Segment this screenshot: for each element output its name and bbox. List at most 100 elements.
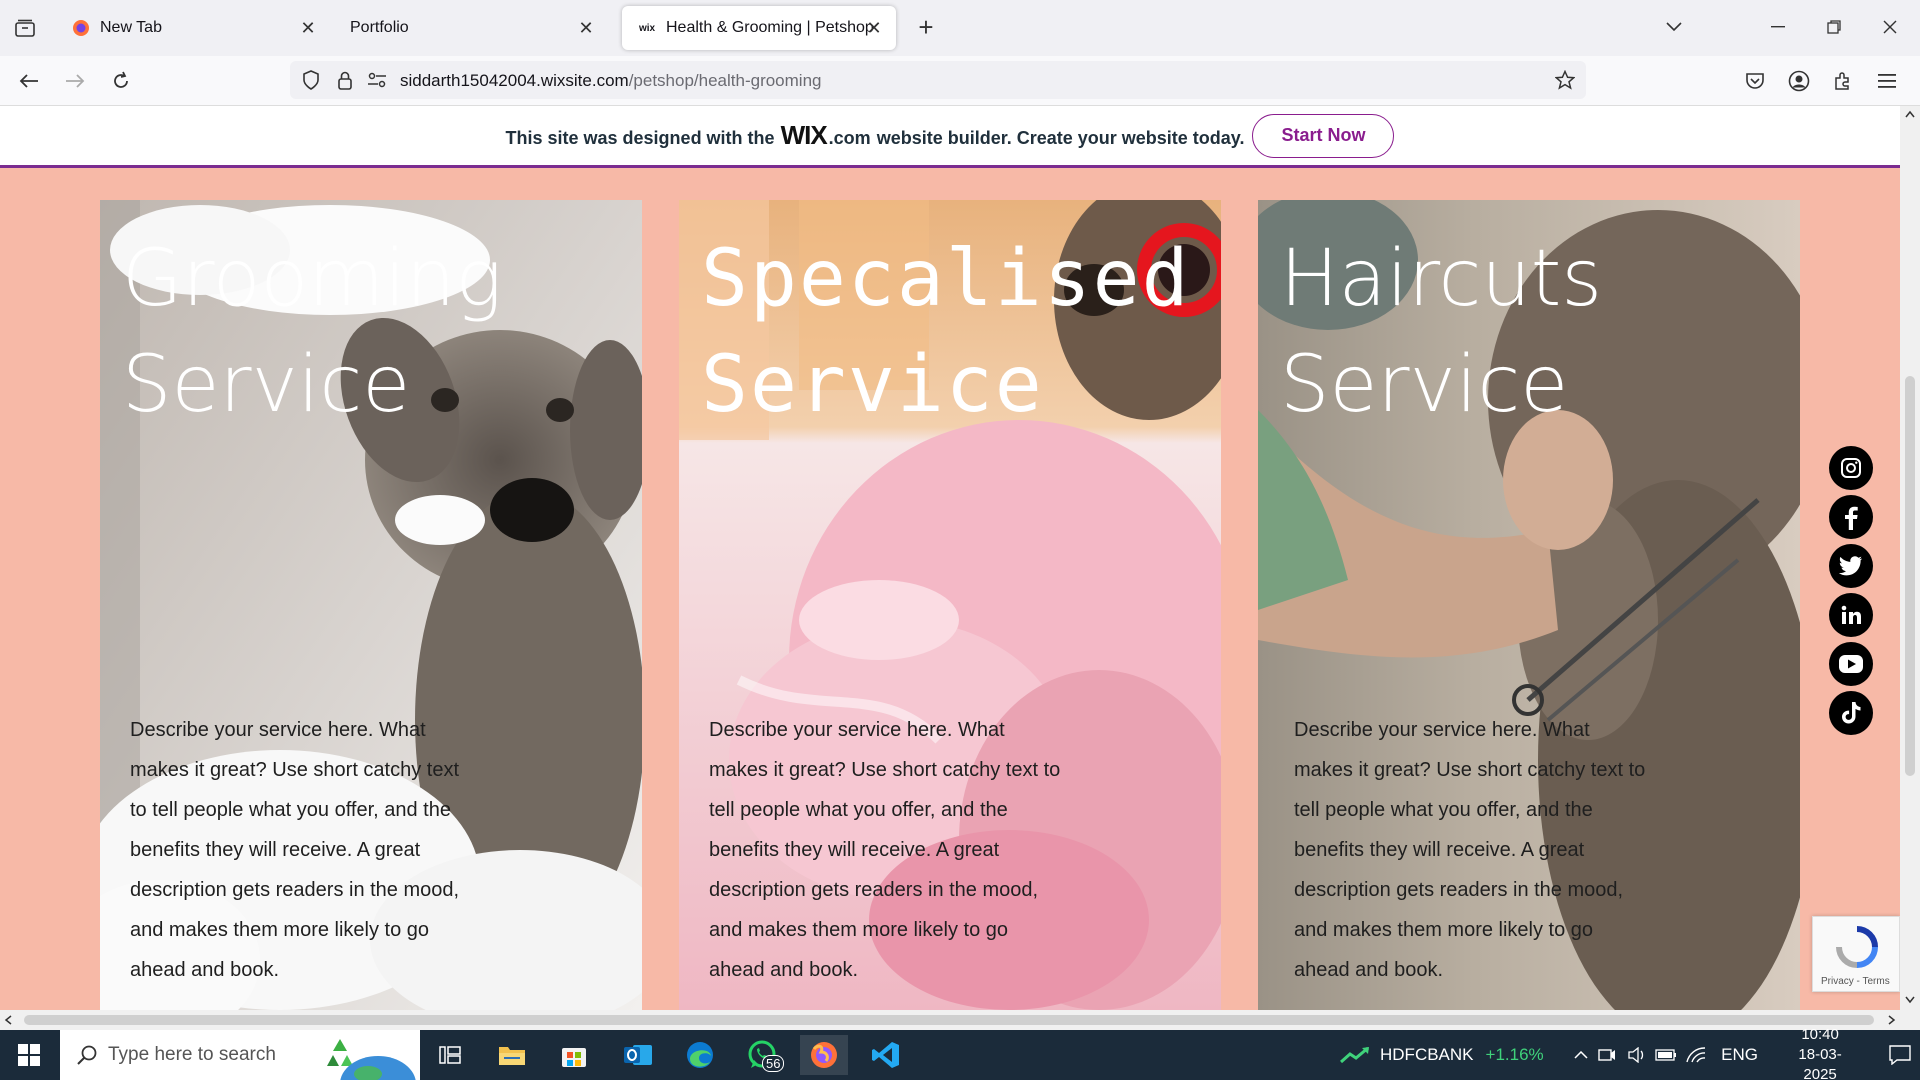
clock[interactable]: 10:40 18-03-2025	[1782, 1025, 1858, 1080]
instagram-icon[interactable]	[1829, 446, 1873, 490]
system-tray: ENG 10:40 18-03-2025	[1570, 1026, 1920, 1080]
tiktok-icon[interactable]	[1829, 691, 1873, 735]
scroll-left-arrow-icon[interactable]	[4, 1015, 12, 1025]
vscode-icon[interactable]	[862, 1035, 910, 1075]
windows-taskbar: Type here to search 56 HDFCBANK +1.16% E…	[0, 1026, 1920, 1080]
service-card-haircuts[interactable]: Haircuts Service Describe your service h…	[1258, 200, 1800, 1010]
url-host: siddarth15042004.wixsite.com	[400, 71, 629, 90]
tab-health-grooming[interactable]: wix Health & Grooming | Petshop ✕	[622, 6, 896, 50]
close-tab-icon[interactable]: ✕	[298, 18, 318, 38]
wix-banner-text-after: website builder. Create your website tod…	[876, 128, 1245, 148]
service-title-line1: Grooming	[122, 234, 503, 324]
vertical-scrollbar[interactable]	[1900, 106, 1920, 1010]
firefox-icon	[72, 19, 90, 37]
site-permissions-icon[interactable]	[366, 69, 388, 91]
service-title-line2: Service	[1280, 340, 1569, 430]
clock-time: 10:40	[1801, 1026, 1839, 1043]
forward-icon[interactable]	[60, 66, 90, 96]
address-bar[interactable]: siddarth15042004.wixsite.com/petshop/hea…	[290, 61, 1586, 99]
social-bar	[1829, 446, 1875, 740]
volume-icon[interactable]	[1622, 1047, 1652, 1063]
service-description: Describe your service here. What makes i…	[1294, 719, 1646, 981]
screen: New Tab ✕ Portfolio ✕ wix Health & Groom…	[0, 0, 1920, 1080]
wix-logo: WIX	[780, 120, 828, 150]
linkedin-icon[interactable]	[1829, 593, 1873, 637]
account-icon[interactable]	[1784, 66, 1814, 96]
globe-decoration-icon	[340, 1056, 416, 1080]
facebook-icon[interactable]	[1829, 495, 1873, 539]
stock-widget[interactable]: HDFCBANK +1.16%	[1340, 1030, 1544, 1080]
reload-icon[interactable]	[106, 66, 136, 96]
wix-banner: This site was designed with the WIX .com …	[0, 106, 1900, 168]
tab-list-icon	[15, 19, 35, 37]
notifications-icon[interactable]	[1880, 1045, 1920, 1065]
service-title-line1: Haircuts	[1280, 234, 1603, 324]
microsoft-store-icon[interactable]	[550, 1035, 598, 1075]
stock-change: +1.16%	[1485, 1045, 1544, 1064]
bookmark-star-icon[interactable]	[1554, 69, 1576, 91]
search-placeholder: Type here to search	[108, 1044, 276, 1065]
battery-icon[interactable]	[1651, 1049, 1681, 1061]
edge-icon[interactable]	[676, 1035, 724, 1075]
service-title: Grooming Service	[122, 226, 502, 438]
vertical-scroll-thumb[interactable]	[1905, 376, 1915, 776]
tab-new-tab[interactable]: New Tab ✕	[56, 6, 330, 50]
file-explorer-icon[interactable]	[488, 1035, 536, 1075]
tab-list-button[interactable]	[10, 14, 40, 42]
lock-icon[interactable]	[334, 69, 356, 91]
close-tab-icon[interactable]: ✕	[864, 18, 884, 38]
new-tab-button[interactable]: +	[912, 14, 940, 42]
menu-hamburger-icon[interactable]	[1872, 66, 1902, 96]
tab-label: Portfolio	[350, 19, 409, 36]
service-description: Describe your service here. What makes i…	[709, 719, 1061, 981]
stock-trend-icon	[1340, 1046, 1369, 1064]
scroll-down-arrow-icon[interactable]	[1905, 996, 1915, 1004]
service-description: Describe your service here. What makes i…	[130, 719, 460, 981]
tab-portfolio[interactable]: Portfolio ✕	[334, 6, 608, 50]
back-icon[interactable]	[14, 66, 44, 96]
show-hidden-icons-icon[interactable]	[1570, 1051, 1592, 1059]
close-window-icon[interactable]	[1872, 12, 1908, 42]
language-indicator[interactable]: ENG	[1721, 1045, 1758, 1065]
whatsapp-badge: 56	[762, 1055, 785, 1072]
service-card-grooming[interactable]: Grooming Service Describe your service h…	[100, 200, 642, 1010]
youtube-icon[interactable]	[1829, 642, 1873, 686]
service-title: Haircuts Service	[1280, 226, 1602, 438]
extensions-icon[interactable]	[1828, 66, 1858, 96]
list-all-tabs-icon[interactable]	[1656, 12, 1692, 42]
tab-label: Health & Grooming | Petshop	[666, 19, 874, 36]
recaptcha-badge[interactable]: Privacy - Terms	[1812, 916, 1900, 992]
twitter-icon[interactable]	[1829, 544, 1873, 588]
start-now-button[interactable]: Start Now	[1252, 113, 1395, 158]
scroll-up-arrow-icon[interactable]	[1905, 110, 1915, 118]
close-tab-icon[interactable]: ✕	[576, 18, 596, 38]
taskbar-search-box[interactable]: Type here to search	[60, 1030, 420, 1080]
tracking-protection-shield-icon[interactable]	[300, 69, 322, 91]
stock-name: HDFCBANK	[1380, 1045, 1474, 1064]
wix-favicon-icon: wix	[638, 22, 656, 34]
service-title: Specalised Service	[701, 226, 1191, 438]
clock-date: 18-03-2025	[1798, 1046, 1842, 1080]
firefox-taskbar-icon[interactable]	[800, 1035, 848, 1075]
wix-logo-suffix: .com	[828, 128, 871, 148]
task-view-icon[interactable]	[426, 1035, 474, 1075]
restore-icon[interactable]	[1816, 12, 1852, 42]
horizontal-scroll-thumb[interactable]	[24, 1015, 1874, 1025]
windows-start-icon[interactable]	[0, 1030, 58, 1080]
navigation-toolbar: siddarth15042004.wixsite.com/petshop/hea…	[0, 56, 1920, 106]
recaptcha-links[interactable]: Privacy - Terms	[1821, 976, 1890, 987]
scroll-right-arrow-icon[interactable]	[1888, 1015, 1896, 1025]
minimize-icon[interactable]	[1760, 12, 1796, 42]
wifi-icon[interactable]	[1681, 1047, 1711, 1063]
pocket-icon[interactable]	[1740, 66, 1770, 96]
outlook-icon[interactable]	[614, 1035, 662, 1075]
service-card-specialised[interactable]: Specalised Service Describe your service…	[679, 200, 1221, 1010]
wix-banner-text-before: This site was designed with the	[505, 128, 775, 148]
page-viewport: This site was designed with the WIX .com …	[0, 106, 1900, 1010]
whatsapp-icon[interactable]: 56	[738, 1035, 786, 1075]
browser-tab-strip: New Tab ✕ Portfolio ✕ wix Health & Groom…	[0, 0, 1920, 56]
service-title-line2: Service	[122, 340, 411, 430]
horizontal-scrollbar[interactable]	[0, 1010, 1920, 1030]
url-text: siddarth15042004.wixsite.com/petshop/hea…	[400, 71, 821, 91]
meet-now-icon[interactable]	[1592, 1047, 1622, 1063]
